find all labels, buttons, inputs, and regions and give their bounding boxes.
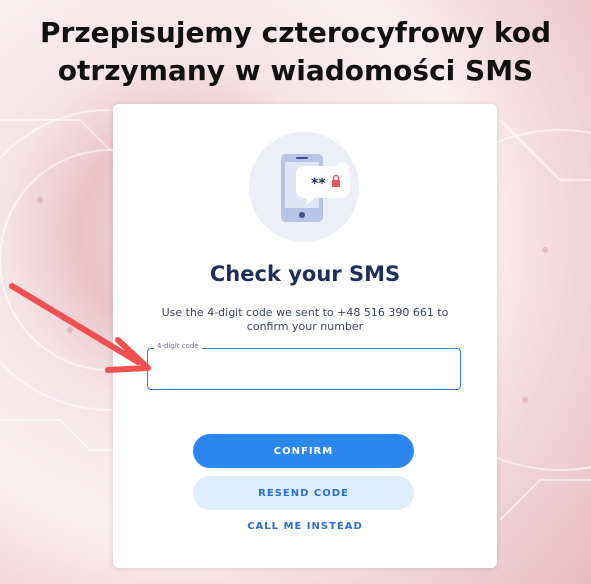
headline-line-1: Przepisujemy czterocyfrowy kod: [39, 16, 552, 49]
call-me-instead-link[interactable]: CALL ME INSTEAD: [113, 521, 497, 532]
card-description: Use the 4-digit code we sent to +48 516 …: [161, 306, 449, 333]
code-input[interactable]: [156, 361, 450, 383]
phone-sms-code-icon: **: [249, 132, 359, 242]
confirm-button[interactable]: CONFIRM: [193, 434, 414, 468]
masked-code-text: **: [311, 176, 326, 192]
code-field-label: 4-digit code: [154, 342, 202, 350]
page-headline: Przepisujemy czterocyfrowy kod otrzymany…: [0, 14, 591, 90]
code-field[interactable]: 4-digit code: [147, 342, 461, 390]
resend-code-button[interactable]: RESEND CODE: [193, 476, 414, 510]
annotation-arrow-icon: [9, 283, 151, 373]
card-title: Check your SMS: [209, 262, 401, 286]
sms-verification-card: ** Check your SMS Use the 4-digit code w…: [113, 104, 497, 568]
headline-line-2: otrzymany w wiadomości SMS: [57, 54, 534, 87]
